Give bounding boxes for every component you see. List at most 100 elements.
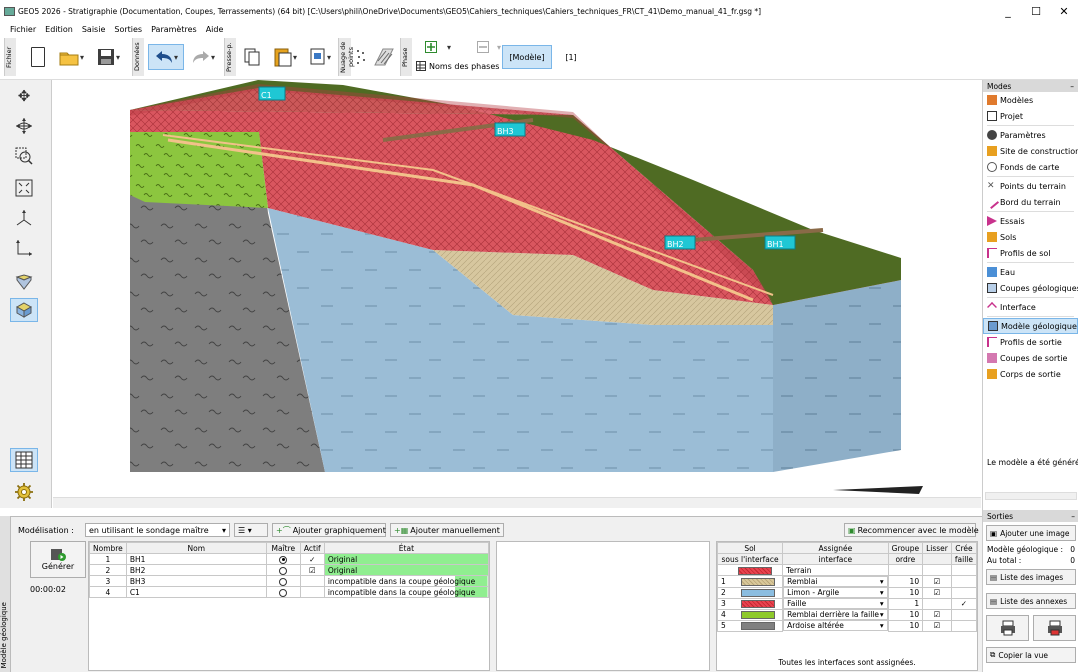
- paste-icon[interactable]: ▾: [268, 44, 302, 70]
- mode-parametres[interactable]: Paramètres: [983, 127, 1078, 143]
- col-sol[interactable]: Sol: [716, 542, 784, 554]
- point-cloud-icon[interactable]: [354, 44, 368, 70]
- horizontal-scrollbar[interactable]: [53, 497, 981, 508]
- add-manual-button[interactable]: +▦ Ajouter manuellement: [390, 523, 504, 537]
- interface-select[interactable]: Faille ▾: [783, 598, 888, 609]
- remove-phase-icon[interactable]: [476, 40, 490, 54]
- axes-2d-icon[interactable]: [10, 236, 38, 260]
- table-row[interactable]: 1 Remblai ▾ 10 ☑: [716, 575, 978, 588]
- view-3d-icon[interactable]: [10, 298, 38, 322]
- paste-special-icon[interactable]: ▾: [306, 44, 334, 70]
- col-etat[interactable]: État: [323, 542, 490, 554]
- table-row[interactable]: 2 Limon - Argile ▾ 10 ☑: [716, 586, 978, 599]
- col-lisser[interactable]: Lisser: [922, 542, 952, 554]
- mode-bord-terrain[interactable]: Bord du terrain: [983, 194, 1078, 210]
- table-row[interactable]: 3 BH3 incompatible dans la coupe géologi…: [89, 575, 490, 587]
- print-button[interactable]: [986, 615, 1029, 641]
- mode-sols[interactable]: Sols: [983, 229, 1078, 245]
- rotate-icon[interactable]: [10, 114, 38, 138]
- close-button[interactable]: ✕: [1050, 5, 1078, 18]
- mode-profils-sortie[interactable]: Profils de sortie: [983, 334, 1078, 350]
- smooth-check[interactable]: ☑: [922, 575, 952, 588]
- borehole-bh3[interactable]: BH3: [494, 122, 526, 137]
- panel-scrollbar[interactable]: [985, 492, 1077, 500]
- active-check[interactable]: ☑: [299, 564, 325, 576]
- menu-parametres[interactable]: Paramètres: [151, 25, 197, 34]
- annex-list-button[interactable]: ▤ Liste des annexes: [986, 593, 1076, 609]
- print-pdf-button[interactable]: [1033, 615, 1076, 641]
- col-assignee[interactable]: Assignée: [782, 542, 889, 554]
- add-image-button[interactable]: ▣ Ajouter une image: [986, 525, 1076, 541]
- col-nombre[interactable]: Nombre: [89, 542, 127, 554]
- open-folder-icon[interactable]: ▾: [56, 44, 86, 70]
- col-cree[interactable]: Crée: [950, 542, 978, 554]
- interface-select[interactable]: Ardoise altérée ▾: [783, 620, 888, 631]
- copy-view-button[interactable]: ⧉ Copier la vue: [986, 647, 1076, 663]
- table-view-icon[interactable]: [10, 448, 38, 472]
- col-groupe[interactable]: Groupe: [887, 542, 924, 554]
- generate-button[interactable]: Générer: [30, 541, 86, 578]
- mode-points-terrain[interactable]: ✕ Points du terrain: [983, 178, 1078, 194]
- new-file-icon[interactable]: [28, 44, 48, 70]
- interface-select[interactable]: Limon - Argile ▾: [783, 587, 888, 598]
- hatch-pattern-icon[interactable]: [370, 44, 398, 70]
- axes-3d-icon[interactable]: [10, 206, 38, 230]
- table-row[interactable]: 2 BH2 ☑ Original: [89, 564, 490, 576]
- smooth-check[interactable]: ☑: [922, 619, 952, 632]
- master-radio[interactable]: [279, 566, 288, 575]
- table-row[interactable]: 3 Faille ▾ 1 ✓: [716, 597, 978, 610]
- bottom-side-tab[interactable]: Modèle géologique: [0, 516, 11, 672]
- mode-coupes-sortie[interactable]: Coupes de sortie: [983, 350, 1078, 366]
- restart-model-button[interactable]: ▣ Recommencer avec le modèle: [844, 523, 979, 537]
- mode-interface[interactable]: Interface: [983, 299, 1078, 315]
- interface-select[interactable]: Remblai ▾: [783, 576, 888, 587]
- minimize-button[interactable]: _: [994, 5, 1022, 18]
- view-top-icon[interactable]: [10, 270, 38, 294]
- mode-site[interactable]: Site de construction: [983, 143, 1078, 159]
- maximize-button[interactable]: ☐: [1022, 5, 1050, 18]
- table-row[interactable]: 5 Ardoise altérée ▾ 10 ☑: [716, 619, 978, 632]
- table-row[interactable]: Terrain: [716, 564, 978, 576]
- menu-aide[interactable]: Aide: [206, 25, 224, 34]
- master-radio[interactable]: [279, 577, 288, 586]
- copy-icon[interactable]: [240, 44, 264, 70]
- move-icon[interactable]: ✥: [10, 84, 38, 108]
- col-nom[interactable]: Nom: [125, 542, 267, 554]
- image-list-button[interactable]: ▤ Liste des images: [986, 569, 1076, 585]
- list-options-button[interactable]: ☰ ▾: [234, 523, 268, 537]
- mode-modele-geologique[interactable]: Modèle géologique: [983, 318, 1078, 334]
- zoom-extents-icon[interactable]: [10, 176, 38, 200]
- menu-fichier[interactable]: Fichier: [10, 25, 36, 34]
- interface-select[interactable]: Remblai derrière la faille ▾: [783, 609, 888, 620]
- smooth-check[interactable]: ☑: [922, 608, 952, 621]
- table-row[interactable]: 1 BH1 ✓ Original: [89, 553, 490, 565]
- borehole-c1[interactable]: C1: [258, 86, 286, 101]
- mode-corps-sortie[interactable]: Corps de sortie: [983, 366, 1078, 382]
- mode-fonds[interactable]: Fonds de carte: [983, 159, 1078, 175]
- active-check[interactable]: ✓: [299, 553, 325, 565]
- col-maitre[interactable]: Maître: [265, 542, 301, 554]
- add-graphic-button[interactable]: +⌒ Ajouter graphiquement: [272, 523, 386, 537]
- mode-projet[interactable]: Projet: [983, 108, 1078, 124]
- master-radio[interactable]: [279, 588, 288, 597]
- mode-eau[interactable]: Eau: [983, 264, 1078, 280]
- redo-icon[interactable]: ▾: [188, 44, 218, 70]
- table-row[interactable]: 4 Remblai derrière la faille ▾ 10 ☑: [716, 608, 978, 621]
- fault-check[interactable]: ✓: [950, 597, 978, 610]
- mode-model-button[interactable]: [Modèle]: [502, 45, 552, 69]
- settings-gear-icon[interactable]: [10, 480, 38, 504]
- menu-sorties[interactable]: Sorties: [114, 25, 142, 34]
- add-phase-icon[interactable]: [424, 40, 438, 54]
- phase-names-button[interactable]: Noms des phases: [416, 58, 506, 74]
- borehole-bh2[interactable]: BH2: [664, 235, 696, 250]
- mode-modeles[interactable]: Modèles: [983, 92, 1078, 108]
- mode-profils-sol[interactable]: Profils de sol: [983, 245, 1078, 261]
- menu-edition[interactable]: Edition: [45, 25, 73, 34]
- phase-dropdown-icon[interactable]: ▾: [444, 40, 454, 54]
- borehole-bh1[interactable]: BH1: [764, 235, 796, 250]
- undo-icon[interactable]: ▾: [148, 44, 184, 70]
- model-3d-view[interactable]: C1 BH3 BH2 BH1: [53, 80, 981, 508]
- zoom-window-icon[interactable]: [10, 144, 38, 168]
- save-icon[interactable]: ▾: [92, 44, 124, 70]
- col-actif[interactable]: Actif: [299, 542, 325, 554]
